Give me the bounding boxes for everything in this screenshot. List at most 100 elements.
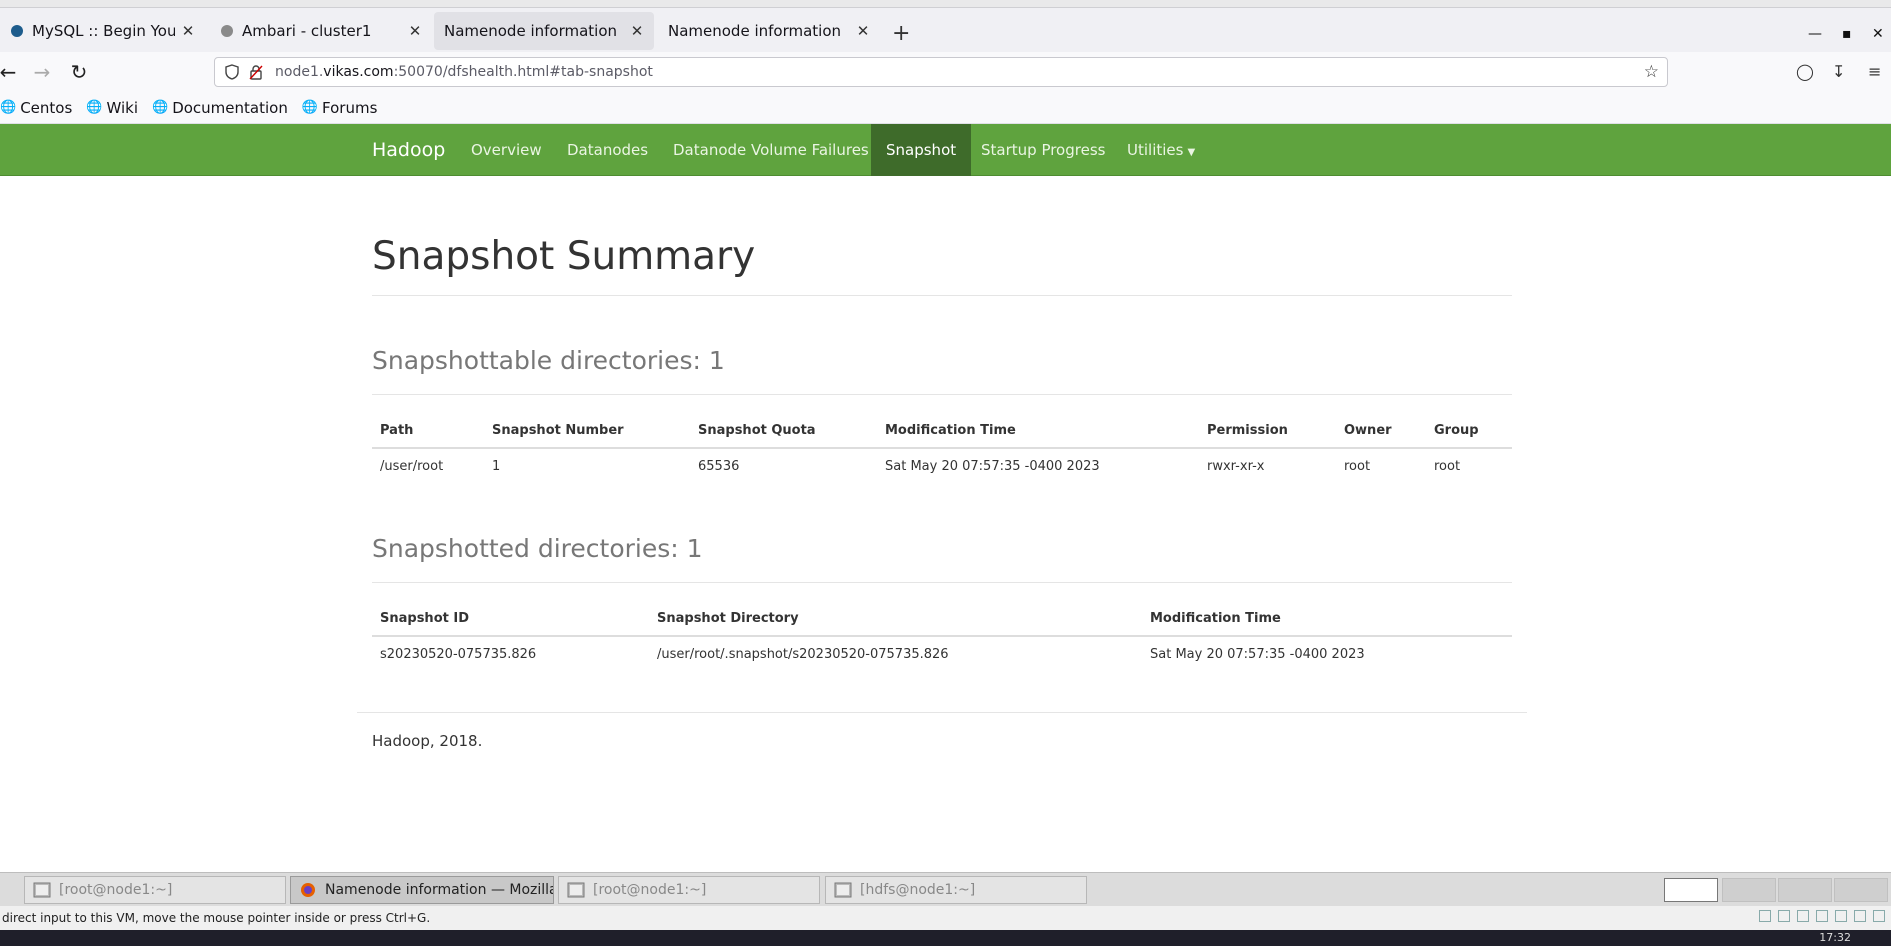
terminal-icon	[834, 882, 852, 898]
globe-icon: 🌐	[86, 100, 103, 115]
tab-title: MySQL :: Begin Your Dow	[32, 22, 175, 40]
tab-namenode[interactable]: Namenode information ✕	[658, 12, 880, 50]
workspace-4[interactable]	[1834, 878, 1888, 902]
forward-icon[interactable]: →	[30, 60, 54, 84]
usb-icon	[1816, 910, 1828, 922]
close-icon[interactable]: ✕	[856, 22, 870, 40]
tab-title: Namenode information	[444, 22, 618, 40]
footer-divider	[357, 712, 1527, 713]
divider	[372, 394, 1512, 395]
nav-datanodes[interactable]: Datanodes	[552, 124, 663, 176]
bookmark-wiki[interactable]: 🌐 Wiki	[86, 99, 138, 117]
workspace-1[interactable]	[1664, 878, 1718, 902]
bookmark-forums[interactable]: 🌐 Forums	[302, 99, 378, 117]
nav-overview[interactable]: Overview	[456, 124, 557, 176]
insecure-lock-icon[interactable]	[249, 64, 263, 80]
firefox-icon	[301, 883, 315, 897]
ambari-favicon-icon	[221, 25, 233, 37]
taskbar-item-terminal[interactable]: [root@node1:~]	[24, 876, 286, 904]
nav-utilities-dropdown[interactable]: Utilities ▼	[1112, 124, 1210, 176]
pocket-icon[interactable]: ◯	[1796, 62, 1814, 81]
back-icon[interactable]: ←	[0, 60, 20, 84]
taskbar-label: [hdfs@node1:~]	[860, 882, 976, 898]
nav-snapshot[interactable]: Snapshot	[871, 124, 972, 176]
workspace-2[interactable]	[1722, 878, 1776, 902]
table-row: s20230520-075735.826 /user/root/.snapsho…	[372, 636, 1512, 672]
table-row: /user/root 1 65536 Sat May 20 07:57:35 -…	[372, 448, 1512, 484]
hdd-icon	[1759, 910, 1771, 922]
tab-ambari[interactable]: Ambari - cluster1 ✕	[210, 12, 432, 50]
vm-status-icons	[1759, 910, 1885, 922]
bookmark-label: Wiki	[106, 98, 138, 117]
column-header: Snapshot Directory	[649, 602, 1142, 637]
reload-icon[interactable]: ↻	[67, 60, 91, 84]
column-header: Path	[372, 414, 484, 449]
taskbar-item-terminal[interactable]: [root@node1:~]	[558, 876, 820, 904]
cell-snapshot-id: s20230520-075735.826	[380, 647, 537, 662]
bookmark-label: Forums	[322, 98, 378, 117]
column-header: Modification Time	[1142, 602, 1512, 637]
caret-down-icon: ▼	[1187, 147, 1196, 158]
column-header: Owner	[1336, 414, 1426, 449]
hadoop-navbar: Hadoop Overview Datanodes Datanode Volum…	[0, 124, 1891, 176]
terminal-icon	[567, 882, 585, 898]
nav-startup-progress[interactable]: Startup Progress	[966, 124, 1120, 176]
display-icon	[1873, 910, 1885, 922]
bookmark-label: Centos	[20, 98, 73, 117]
vm-status-bar: direct input to this VM, move the mouse …	[0, 906, 1891, 930]
column-header: Permission	[1199, 414, 1336, 449]
table-header-row: Path Snapshot Number Snapshot Quota Modi…	[372, 414, 1512, 449]
tab-bar: MySQL :: Begin Your Dow ✕ Ambari - clust…	[0, 8, 1891, 52]
close-window-icon[interactable]: ✕	[1872, 26, 1884, 42]
column-header: Snapshot Number	[484, 414, 690, 449]
snapshotted-table: Snapshot ID Snapshot Directory Modificat…	[372, 602, 1512, 672]
bookmark-centos[interactable]: 🌐 Centos	[0, 99, 72, 117]
host-taskbar: 17:32	[0, 930, 1891, 946]
tab-title: Namenode information	[668, 22, 842, 40]
cell-permission: rwxr-xr-x	[1207, 459, 1265, 474]
vm-status-text: direct input to this VM, move the mouse …	[2, 911, 431, 925]
close-icon[interactable]: ✕	[630, 22, 644, 40]
bookmark-label: Documentation	[172, 98, 288, 117]
table-header-row: Snapshot ID Snapshot Directory Modificat…	[372, 602, 1512, 637]
workspace-3[interactable]	[1778, 878, 1832, 902]
bookmark-star-icon[interactable]: ☆	[1644, 62, 1659, 82]
optical-icon	[1778, 910, 1790, 922]
download-icon[interactable]: ↧	[1832, 62, 1845, 81]
column-header: Group	[1426, 414, 1512, 449]
taskbar-item-terminal[interactable]: [hdfs@node1:~]	[825, 876, 1087, 904]
cell-owner: root	[1344, 459, 1371, 474]
taskbar-label: Namenode information — Mozilla Fi...	[325, 882, 554, 898]
tab-namenode-active[interactable]: Namenode information ✕	[434, 12, 654, 50]
page-footer: Hadoop, 2018.	[372, 732, 483, 750]
tab-mysql[interactable]: MySQL :: Begin Your Dow ✕	[0, 12, 205, 50]
close-icon[interactable]: ✕	[408, 22, 422, 40]
close-icon[interactable]: ✕	[181, 22, 195, 40]
snapshotted-heading: Snapshotted directories: 1	[372, 534, 703, 563]
cell-group: root	[1434, 459, 1461, 474]
menu-icon[interactable]: ≡	[1868, 62, 1881, 81]
url-bar[interactable]: node1.vikas.com:50070/dfshealth.html#tab…	[214, 57, 1668, 87]
bookmarks-toolbar: 🌐 Centos 🌐 Wiki 🌐 Documentation 🌐 Forums	[0, 92, 1891, 124]
globe-icon: 🌐	[0, 100, 17, 115]
snapshottable-heading: Snapshottable directories: 1	[372, 346, 725, 375]
new-tab-icon[interactable]: +	[892, 22, 910, 46]
taskbar-item-firefox[interactable]: Namenode information — Mozilla Fi...	[290, 876, 554, 904]
hadoop-brand-link[interactable]: Hadoop	[372, 139, 445, 161]
maximize-icon[interactable]: ▪	[1842, 26, 1852, 42]
cell-modification-time: Sat May 20 07:57:35 -0400 2023	[885, 459, 1100, 474]
shield-icon[interactable]	[225, 64, 239, 80]
window-top-strip	[0, 0, 1891, 8]
page-title: Snapshot Summary	[372, 234, 756, 279]
bookmark-documentation[interactable]: 🌐 Documentation	[152, 99, 288, 117]
url-text[interactable]: node1.vikas.com:50070/dfshealth.html#tab…	[275, 64, 653, 80]
taskbar-label: [root@node1:~]	[593, 882, 707, 898]
mysql-favicon-icon	[11, 25, 23, 37]
column-header: Snapshot Quota	[690, 414, 877, 449]
tab-title: Ambari - cluster1	[242, 22, 372, 40]
minimize-icon[interactable]: —	[1808, 26, 1822, 42]
navigation-toolbar: ← → ↻ node1.vikas.com:50070/dfshealth.ht…	[0, 52, 1891, 92]
nav-datanode-volume-failures[interactable]: Datanode Volume Failures	[658, 124, 884, 176]
divider	[372, 295, 1512, 296]
column-header: Modification Time	[877, 414, 1199, 449]
